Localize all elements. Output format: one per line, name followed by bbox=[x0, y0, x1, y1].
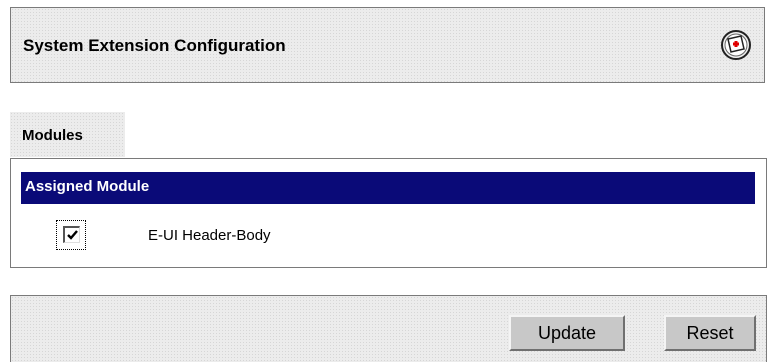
column-header-assigned-module: Assigned Module bbox=[25, 178, 150, 195]
checkmark-icon bbox=[67, 230, 78, 240]
help-icon[interactable] bbox=[720, 29, 752, 61]
page-title: System Extension Configuration bbox=[23, 36, 286, 55]
module-label: E-UI Header-Body bbox=[148, 227, 271, 244]
modules-panel: Assigned Module E-UI Header-Body bbox=[10, 158, 767, 268]
update-button[interactable]: Update bbox=[509, 315, 625, 351]
footer-panel: Update Reset bbox=[10, 295, 767, 362]
table-row: E-UI Header-Body bbox=[21, 217, 755, 255]
tab-modules-label: Modules bbox=[22, 127, 83, 144]
table-header: Assigned Module bbox=[21, 172, 755, 204]
header-panel: System Extension Configuration bbox=[10, 7, 765, 83]
tab-modules[interactable]: Modules bbox=[10, 112, 125, 157]
module-checkbox[interactable] bbox=[63, 226, 80, 243]
reset-button[interactable]: Reset bbox=[664, 315, 756, 351]
